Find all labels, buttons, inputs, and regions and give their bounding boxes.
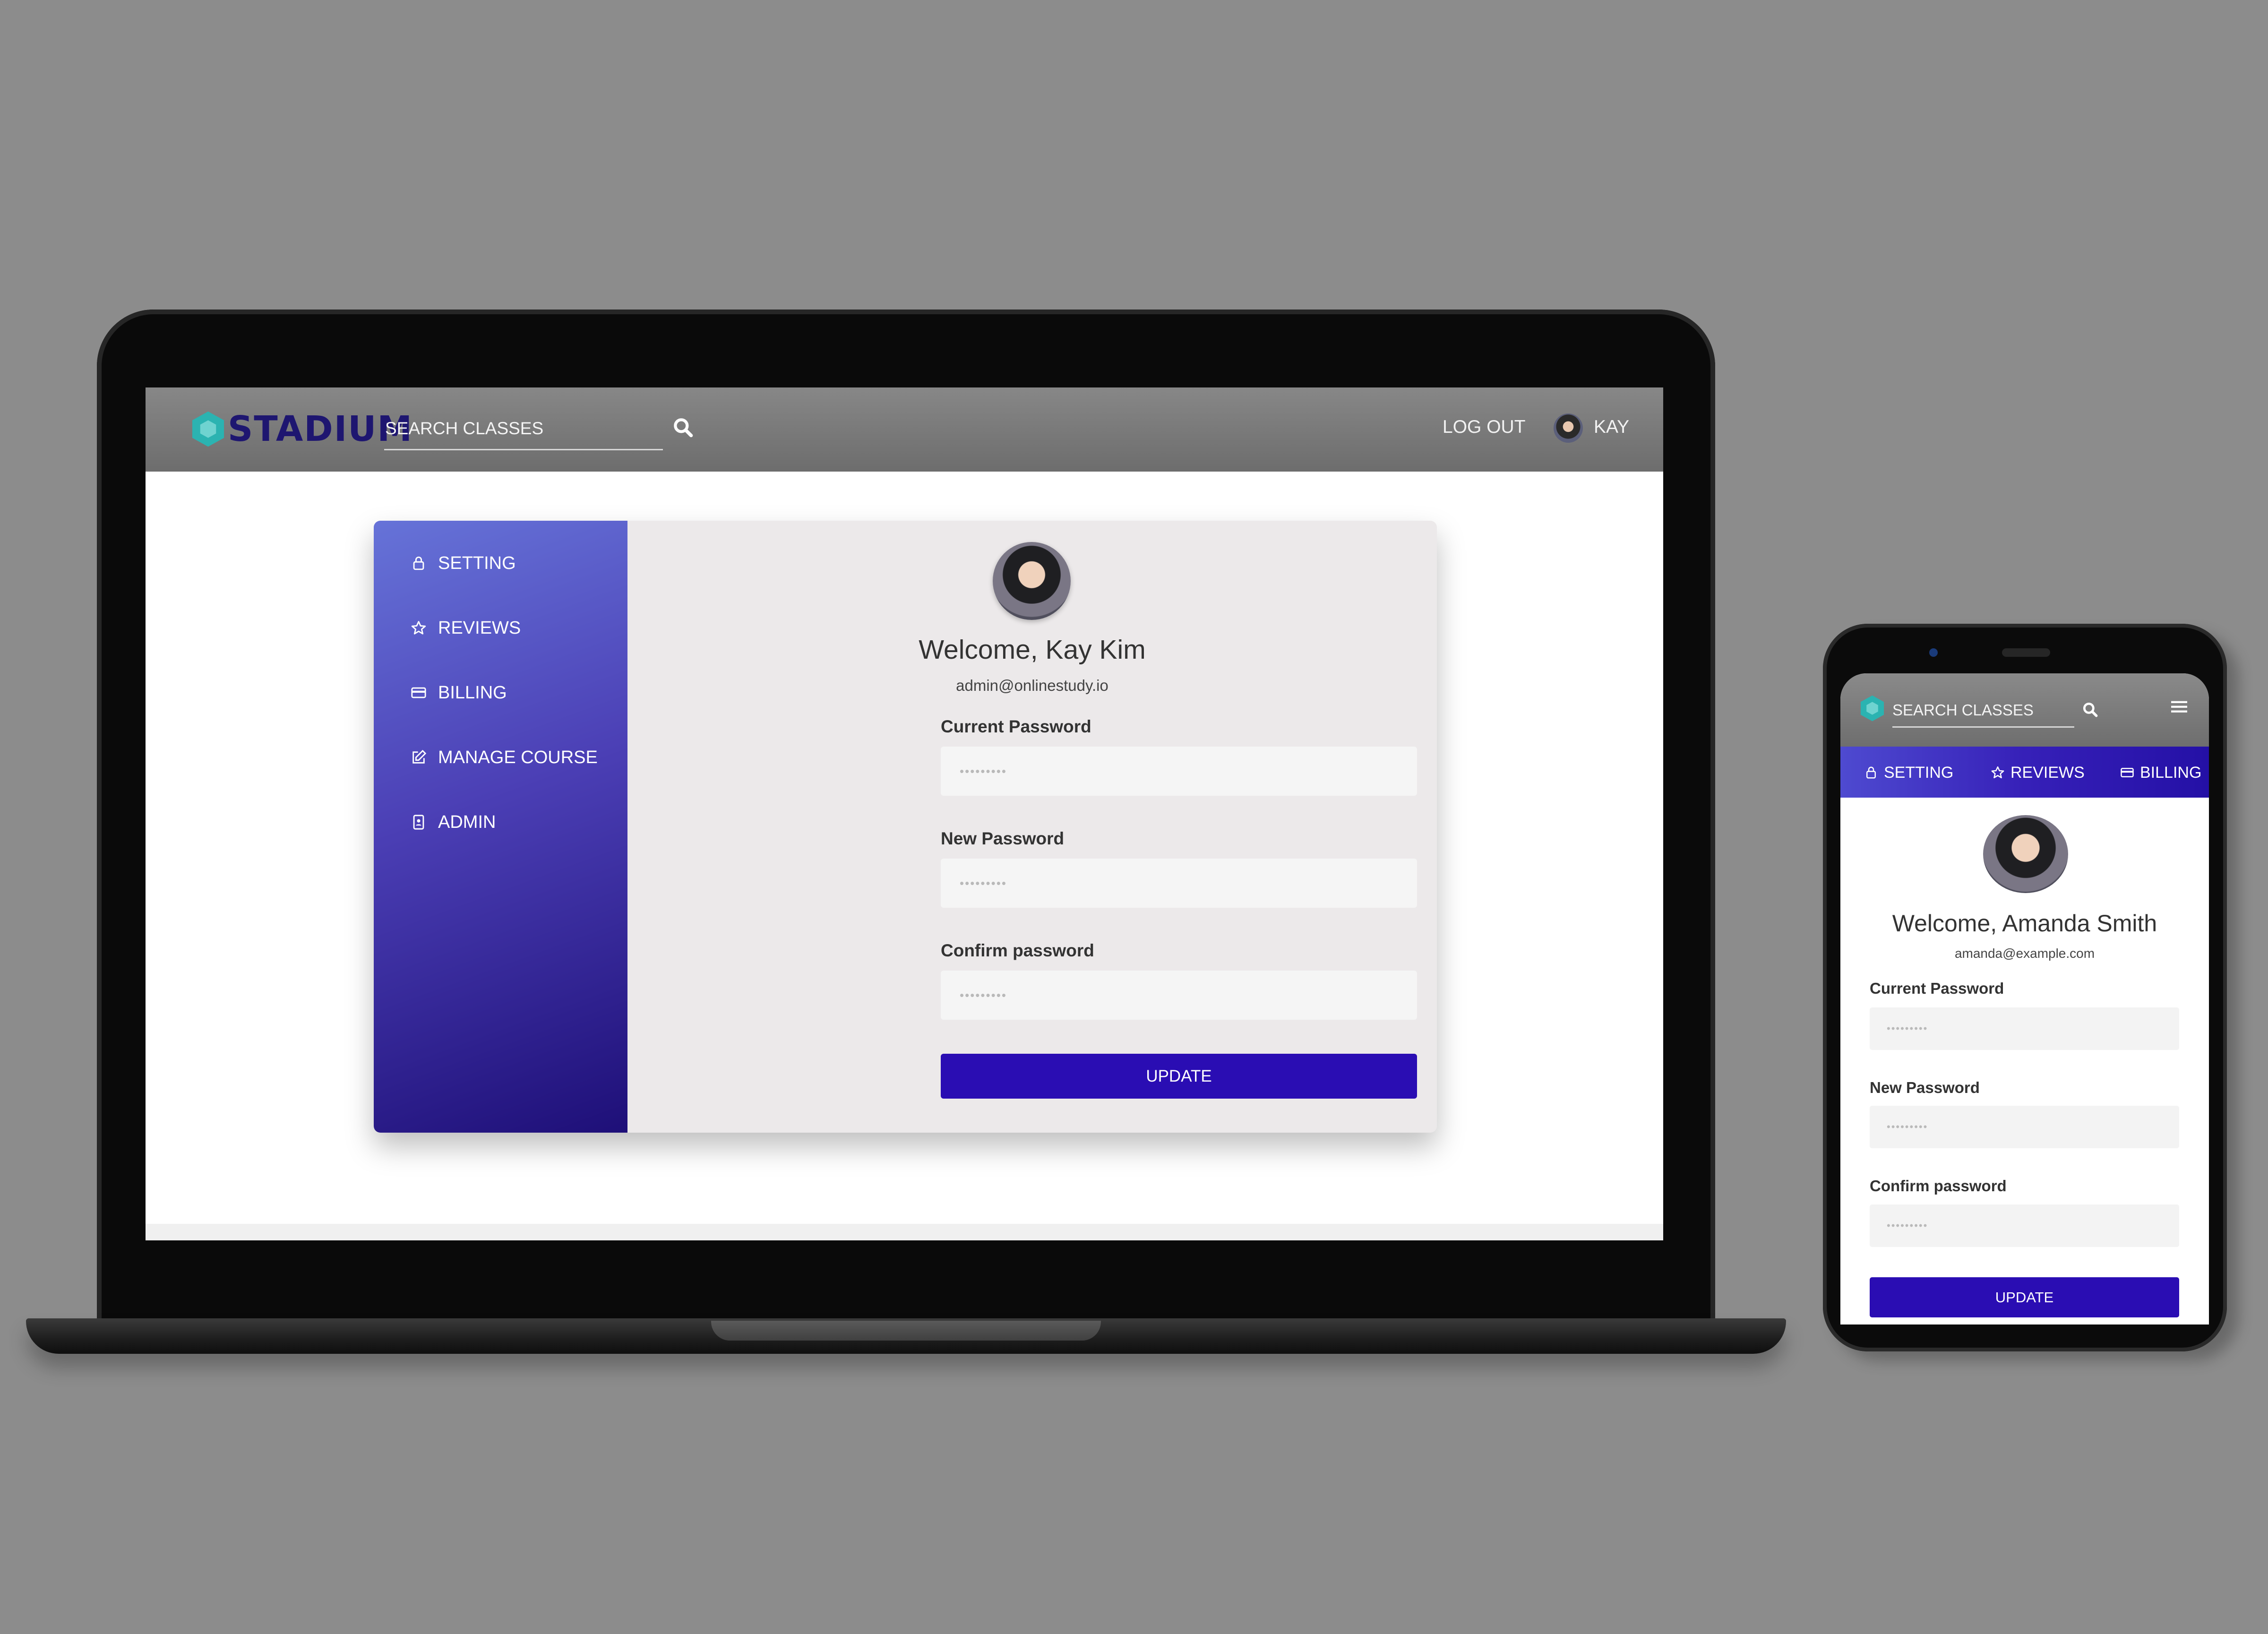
confirm-password-field[interactable]: ••••••••• (1870, 1204, 2179, 1247)
hexagon-logo-icon[interactable] (1859, 694, 1885, 722)
id-badge-icon (413, 815, 424, 830)
tab-billing[interactable]: BILLING (2120, 761, 2201, 784)
sidebar-item-label: REVIEWS (438, 618, 521, 638)
tab-label: SETTING (1884, 763, 1954, 782)
sidebar-item-setting[interactable]: SETTING (411, 549, 516, 577)
tab-reviews[interactable]: REVIEWS (1991, 761, 2085, 784)
logout-link[interactable]: LOG OUT (1443, 417, 1526, 438)
lock-icon (413, 556, 424, 570)
camera-icon (1929, 648, 1938, 657)
search-placeholder: SEARCH CLASSES (1892, 701, 2034, 719)
sidebar-item-label: ADMIN (438, 812, 496, 832)
mobile-tab-bar: SETTING REVIEWS BILLING (1840, 747, 2209, 798)
profile-avatar (1983, 815, 2068, 893)
current-password-field[interactable]: ••••••••• (941, 747, 1417, 796)
lock-icon (1866, 766, 1876, 779)
new-password-field[interactable]: ••••••••• (941, 859, 1417, 908)
new-password-field[interactable]: ••••••••• (1870, 1106, 2179, 1148)
current-password-field[interactable]: ••••••••• (1870, 1007, 2179, 1050)
hamburger-menu-icon[interactable] (2171, 699, 2187, 714)
credit-card-icon (411, 687, 426, 698)
page-footer-strip (146, 1224, 1663, 1240)
confirm-password-label: Confirm password (941, 941, 1094, 960)
search-icon[interactable] (2081, 701, 2099, 719)
confirm-password-label: Confirm password (1870, 1177, 2007, 1195)
avatar[interactable] (1554, 413, 1583, 443)
search-placeholder: SEARCH CLASSES (385, 419, 544, 438)
desktop-screen: STADIUM SEARCH CLASSES LOG OUT KAY SETTI… (146, 387, 1663, 1240)
new-password-label: New Password (1870, 1079, 1980, 1096)
top-navbar: STADIUM SEARCH CLASSES LOG OUT KAY (146, 387, 1663, 472)
speaker-grille (2002, 648, 2050, 657)
sidebar-item-manage-course[interactable]: MANAGE COURSE (411, 743, 598, 772)
sidebar-item-admin[interactable]: ADMIN (411, 808, 496, 836)
welcome-heading: Welcome, Amanda Smith (1892, 910, 2157, 937)
profile-avatar (993, 542, 1071, 620)
user-email: admin@onlinestudy.io (956, 677, 1108, 694)
update-button[interactable]: UPDATE (1870, 1277, 2179, 1317)
current-password-label: Current Password (941, 717, 1091, 736)
new-password-label: New Password (941, 829, 1065, 848)
mobile-screen: SEARCH CLASSES SETTING REVIEWS BILLING W… (1840, 673, 2209, 1324)
settings-card: SETTING REVIEWS BILLING MANAGE COURSE AD… (374, 521, 1437, 1133)
credit-card-icon (2121, 768, 2134, 777)
welcome-heading: Welcome, Kay Kim (919, 635, 1146, 665)
sidebar-item-billing[interactable]: BILLING (411, 679, 507, 707)
tab-label: BILLING (2140, 763, 2202, 782)
update-button[interactable]: UPDATE (941, 1054, 1417, 1099)
star-icon (1991, 766, 2004, 779)
current-password-label: Current Password (1870, 980, 2004, 997)
sidebar-item-label: BILLING (438, 682, 507, 703)
tab-label: REVIEWS (2010, 763, 2085, 782)
search-input[interactable]: SEARCH CLASSES (384, 415, 663, 450)
tab-setting[interactable]: SETTING (1864, 761, 1953, 784)
star-icon (411, 621, 426, 635)
search-input[interactable]: SEARCH CLASSES (1892, 696, 2074, 728)
brand-logo[interactable]: STADIUM (190, 406, 413, 451)
user-name[interactable]: KAY (1594, 417, 1629, 438)
sidebar: SETTING REVIEWS BILLING MANAGE COURSE AD… (374, 521, 627, 1133)
sidebar-item-reviews[interactable]: REVIEWS (411, 614, 521, 642)
sidebar-item-label: SETTING (438, 553, 516, 573)
confirm-password-field[interactable]: ••••••••• (941, 971, 1417, 1020)
laptop-notch (711, 1321, 1101, 1341)
sidebar-item-label: MANAGE COURSE (438, 747, 598, 767)
edit-icon (412, 749, 427, 764)
user-email: amanda@example.com (1954, 946, 2095, 961)
hexagon-logo-icon (192, 411, 224, 447)
search-icon[interactable] (671, 416, 695, 439)
mobile-top-navbar: SEARCH CLASSES (1840, 673, 2209, 747)
